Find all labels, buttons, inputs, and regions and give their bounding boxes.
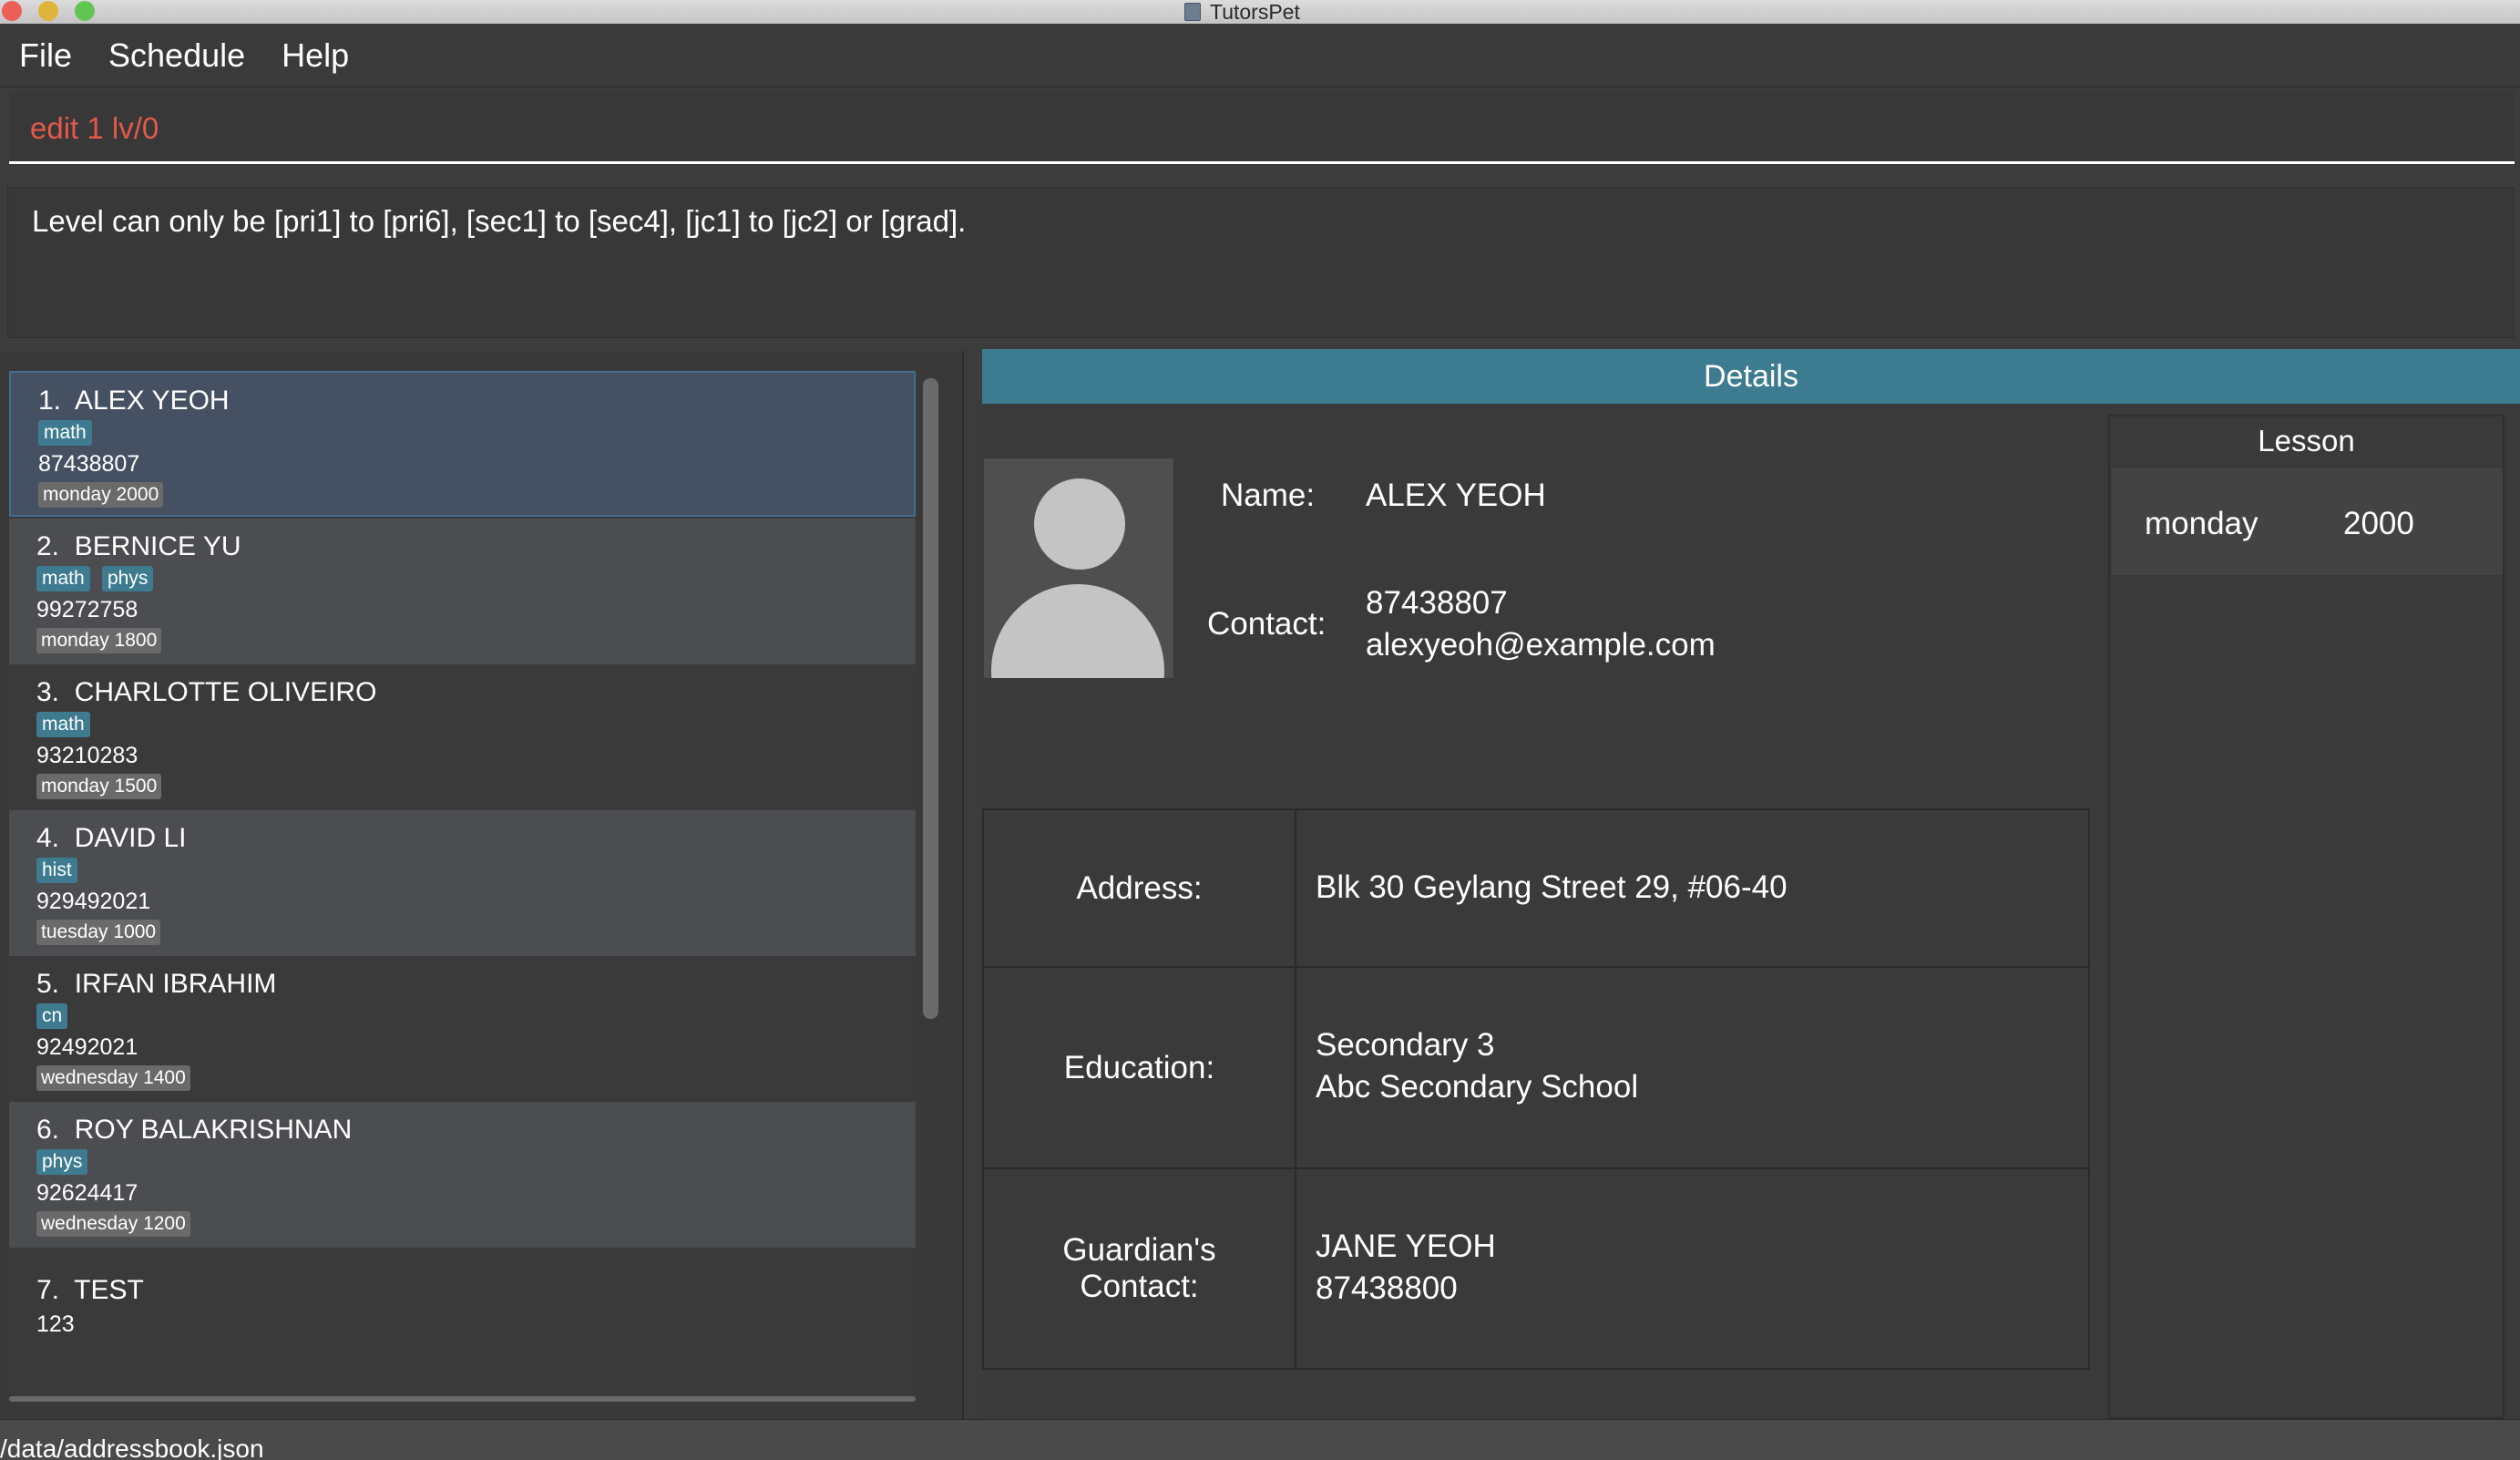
education-school: Abc Secondary School <box>1316 1069 1639 1105</box>
command-input[interactable] <box>9 91 2515 161</box>
avatar-body-shape <box>991 584 1164 678</box>
lesson-tag: wednesday 1200 <box>36 1211 190 1237</box>
detail-phone: 87438807 <box>1366 585 1508 621</box>
title-bar: TutorsPet <box>0 0 2520 24</box>
result-message: Level can only be [pri1] to [pri6], [sec… <box>32 204 967 238</box>
person-name: 4. DAVID LI <box>36 823 187 853</box>
menu-bar: File Schedule Help <box>0 24 2520 87</box>
menu-schedule[interactable]: Schedule <box>108 36 245 75</box>
list-scrollbar-thumb[interactable] <box>923 378 938 1019</box>
name-label: Name: <box>1221 478 1316 513</box>
lesson-tag: wednesday 1400 <box>36 1065 190 1091</box>
lesson-panel: Lesson monday 2000 <box>2108 415 2505 1419</box>
person-card[interactable]: 6. ROY BALAKRISHNAN phys 92624417 wednes… <box>9 1102 916 1248</box>
app-icon <box>1184 3 1201 21</box>
subject-tag: hist <box>36 858 77 883</box>
result-display: Level can only be [pri1] to [pri6], [sec… <box>7 187 2515 338</box>
person-list-panel: 1. ALEX YEOH math 87438807 monday 2000 2… <box>0 351 964 1419</box>
address-row: Address: Blk 30 Geylang Street 29, #06-4… <box>984 810 2088 968</box>
details-title: Details <box>1704 359 1798 394</box>
person-phone: 92624417 <box>36 1180 138 1206</box>
subject-tag: math <box>36 566 90 591</box>
avatar <box>984 458 1173 678</box>
details-table: Address: Blk 30 Geylang Street 29, #06-4… <box>982 808 2090 1370</box>
maximize-window-button[interactable] <box>75 1 95 21</box>
subject-tag: phys <box>102 566 154 591</box>
guardian-label-line2: Contact: <box>1080 1269 1199 1304</box>
education-label: Education: <box>984 968 1296 1167</box>
subject-tag: phys <box>36 1149 88 1175</box>
person-card[interactable]: 4. DAVID LI hist 929492021 tuesday 1000 <box>9 810 916 956</box>
subject-tag: math <box>36 712 90 737</box>
person-card[interactable]: 1. ALEX YEOH math 87438807 monday 2000 <box>9 371 916 517</box>
lesson-time: 2000 <box>2343 506 2414 541</box>
command-box <box>9 91 2515 164</box>
person-phone: 93210283 <box>36 743 138 768</box>
detail-email: alexyeoh@example.com <box>1366 627 1716 663</box>
guardian-label: Guardian's Contact: <box>984 1169 1296 1368</box>
status-bar: /data/addressbook.json <box>0 1419 2520 1460</box>
person-phone: 929492021 <box>36 889 151 914</box>
person-card[interactable]: 7. TEST 123 <box>9 1248 916 1393</box>
lesson-tag: tuesday 1000 <box>36 920 161 945</box>
guardian-label-line1: Guardian's <box>1062 1232 1216 1268</box>
contact-label: Contact: <box>1207 606 1327 642</box>
lesson-tag: monday 1800 <box>36 628 162 653</box>
person-card[interactable]: 5. IRFAN IBRAHIM cn 92492021 wednesday 1… <box>9 956 916 1102</box>
subject-tag: cn <box>36 1003 68 1029</box>
person-phone: 123 <box>36 1311 75 1337</box>
lesson-row[interactable]: monday 2000 <box>2112 468 2503 575</box>
subject-tag: math <box>38 420 92 446</box>
person-name: 5. IRFAN IBRAHIM <box>36 969 277 999</box>
guardian-phone: 87438800 <box>1316 1270 1458 1306</box>
avatar-head-shape <box>1034 478 1125 570</box>
person-name: 6. ROY BALAKRISHNAN <box>36 1115 353 1145</box>
person-phone: 99272758 <box>36 597 138 622</box>
person-name: 2. BERNICE YU <box>36 531 241 561</box>
detail-name: ALEX YEOH <box>1366 478 1546 513</box>
guardian-row: Guardian's Contact: JANE YEOH 87438800 <box>984 1169 2088 1368</box>
person-card[interactable]: 2. BERNICE YU math phys 99272758 monday … <box>9 519 916 664</box>
details-header: Details <box>982 349 2520 404</box>
person-card[interactable]: 3. CHARLOTTE OLIVEIRO math 93210283 mond… <box>9 664 916 810</box>
address-value: Blk 30 Geylang Street 29, #06-40 <box>1316 869 1788 905</box>
address-label: Address: <box>984 810 1296 966</box>
person-name: 3. CHARLOTTE OLIVEIRO <box>36 677 377 707</box>
person-phone: 87438807 <box>38 451 140 477</box>
menu-help[interactable]: Help <box>282 36 349 75</box>
window-title-text: TutorsPet <box>1210 0 1300 24</box>
lesson-tag: monday 1500 <box>36 774 162 799</box>
guardian-name: JANE YEOH <box>1316 1229 1496 1264</box>
window-title: TutorsPet <box>1184 0 1300 24</box>
close-window-button[interactable] <box>2 1 22 21</box>
lesson-panel-title: Lesson <box>2258 424 2355 458</box>
person-name: 1. ALEX YEOH <box>38 386 230 416</box>
list-horizontal-scrollbar[interactable] <box>9 1396 916 1402</box>
save-location: /data/addressbook.json <box>0 1434 264 1460</box>
person-phone: 92492021 <box>36 1034 138 1060</box>
lesson-day: monday <box>2145 506 2259 541</box>
menu-file[interactable]: File <box>19 36 72 75</box>
person-name: 7. TEST <box>36 1275 144 1305</box>
education-level: Secondary 3 <box>1316 1027 1495 1063</box>
lesson-tag: monday 2000 <box>38 482 164 508</box>
education-row: Education: Secondary 3 Abc Secondary Sch… <box>984 968 2088 1169</box>
minimize-window-button[interactable] <box>38 1 58 21</box>
